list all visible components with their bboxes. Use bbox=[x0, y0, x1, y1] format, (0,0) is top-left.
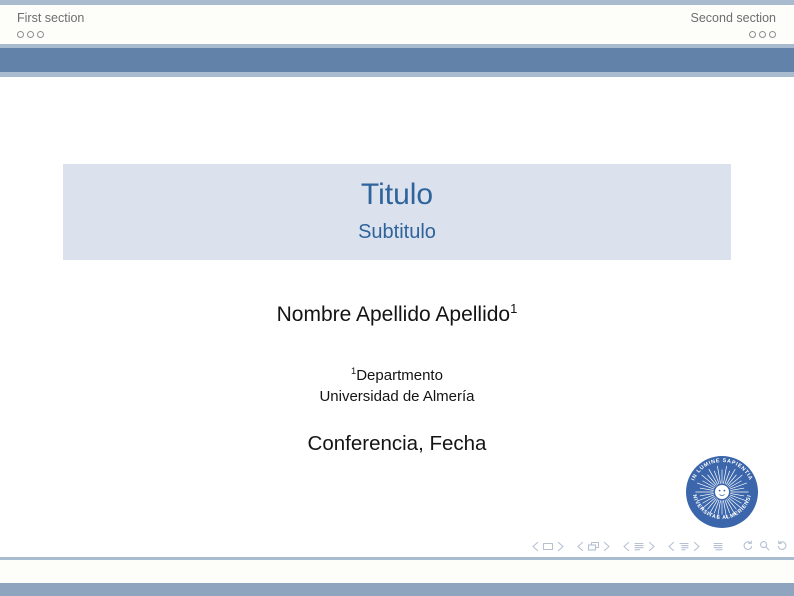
tools-nav-group[interactable] bbox=[742, 540, 788, 552]
search-icon[interactable] bbox=[759, 540, 771, 552]
frame-nav-group[interactable] bbox=[576, 541, 611, 552]
conference-date: Conferencia, Fecha bbox=[0, 432, 794, 456]
section-back-icon[interactable] bbox=[622, 541, 631, 552]
slide-forward-icon[interactable] bbox=[556, 541, 565, 552]
presentation-nav-group[interactable] bbox=[712, 541, 724, 552]
section-nav-group[interactable] bbox=[622, 541, 656, 552]
institute-department-line: 1Departmento bbox=[0, 361, 794, 386]
header-navigation: First section Second section bbox=[0, 5, 794, 44]
frame-dots-second[interactable] bbox=[691, 31, 776, 38]
header-bottom-strip bbox=[0, 72, 794, 77]
section-label-first[interactable]: First section bbox=[17, 11, 84, 26]
frame-dot[interactable] bbox=[759, 31, 766, 38]
seal-sun-face bbox=[715, 485, 729, 499]
subsection-nav-group[interactable] bbox=[667, 541, 701, 552]
slide-title: Titulo bbox=[63, 164, 731, 212]
subsection-icon[interactable] bbox=[678, 541, 690, 552]
section-forward-icon[interactable] bbox=[647, 541, 656, 552]
institute-department: Departmento bbox=[356, 367, 443, 384]
author-line: Nombre Apellido Apellido1 bbox=[0, 301, 794, 327]
section-nav-first[interactable]: First section bbox=[17, 11, 84, 38]
section-icon[interactable] bbox=[633, 541, 645, 552]
subsection-back-icon[interactable] bbox=[667, 541, 676, 552]
subsection-forward-icon[interactable] bbox=[692, 541, 701, 552]
section-label-second[interactable]: Second section bbox=[691, 11, 776, 26]
frame-dot[interactable] bbox=[17, 31, 24, 38]
slide-icon[interactable] bbox=[542, 541, 554, 552]
frame-forward-icon[interactable] bbox=[602, 541, 611, 552]
frame-back-icon[interactable] bbox=[576, 541, 585, 552]
frame-dot[interactable] bbox=[27, 31, 34, 38]
presentation-icon[interactable] bbox=[712, 541, 724, 552]
footer-bottom-bar bbox=[0, 583, 794, 596]
university-seal-logo: IN LUMINE SAPIENTIA VNIVERSITAS ALMERIEN… bbox=[682, 452, 762, 532]
institute-block: 1Departmento Universidad de Almería bbox=[0, 361, 794, 407]
frame-dot[interactable] bbox=[37, 31, 44, 38]
footer-band: Titulo corredero Universidad de Almería bbox=[0, 560, 794, 583]
go-forward-icon[interactable] bbox=[776, 540, 788, 552]
frame-dots-first[interactable] bbox=[17, 31, 84, 38]
beamer-slide: First section Second section Titulo Subt… bbox=[0, 0, 794, 596]
frame-icon[interactable] bbox=[587, 541, 600, 552]
frame-dot[interactable] bbox=[749, 31, 756, 38]
title-block: Titulo Subtitulo bbox=[63, 164, 731, 260]
header-title-bar bbox=[0, 48, 794, 72]
go-back-icon[interactable] bbox=[742, 540, 754, 552]
institute-university: Universidad de Almería bbox=[0, 386, 794, 407]
section-nav-second[interactable]: Second section bbox=[691, 11, 776, 38]
slide-back-icon[interactable] bbox=[531, 541, 540, 552]
author-footnote-mark: 1 bbox=[510, 301, 517, 316]
author-name: Nombre Apellido Apellido bbox=[277, 303, 510, 326]
frame-dot[interactable] bbox=[769, 31, 776, 38]
slide-nav-group[interactable] bbox=[531, 541, 565, 552]
navigation-symbols bbox=[520, 540, 788, 552]
slide-subtitle: Subtitulo bbox=[63, 221, 731, 244]
